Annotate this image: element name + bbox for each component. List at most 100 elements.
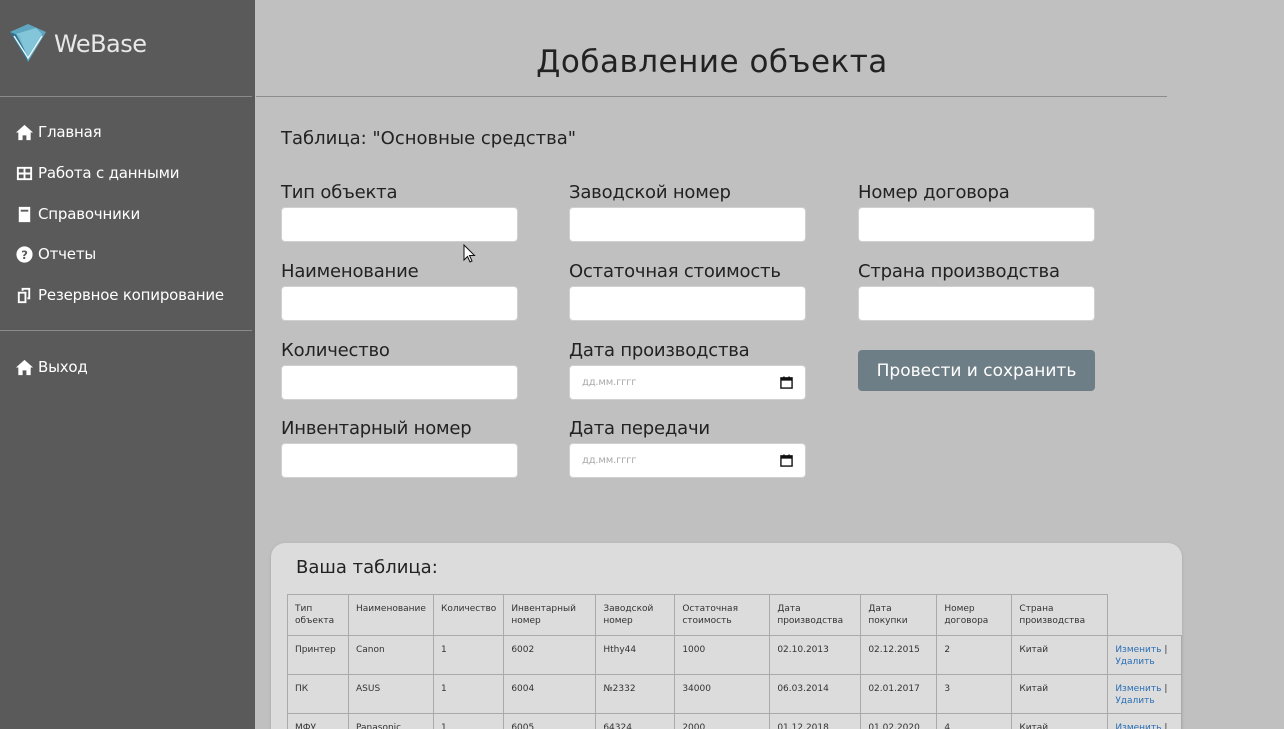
table-cell: Китай [1011, 635, 1109, 675]
serial-number-label: Заводской номер [569, 182, 731, 203]
name-label: Наименование [281, 261, 419, 282]
table-cell: Hthy44 [595, 635, 676, 675]
residual-value-input[interactable] [569, 286, 806, 321]
column-header: Наименование [348, 594, 434, 636]
actions-header [1107, 594, 1182, 636]
row-actions: Изменить |Удалить [1107, 713, 1183, 729]
separator: | [1164, 645, 1168, 655]
table-caption: Таблица: "Основные средства" [281, 128, 577, 149]
page-title: Добавление объекта [536, 44, 888, 80]
inventory-number-input[interactable] [281, 443, 518, 478]
sidebar-item-label: Справочники [38, 205, 141, 223]
column-header: Остаточная стоимость [674, 594, 771, 636]
mouse-cursor-icon [463, 244, 476, 263]
table-cell: 3 [936, 674, 1013, 714]
column-header: Номер договора [936, 594, 1013, 636]
contract-number-input[interactable] [858, 207, 1095, 242]
delete-link[interactable]: Удалить [1115, 657, 1154, 667]
book-icon [14, 204, 34, 224]
sidebar-divider [0, 96, 252, 97]
calendar-icon[interactable] [780, 376, 793, 389]
table-cell: 1 [432, 635, 505, 675]
table-cell: Принтер [287, 635, 349, 675]
edit-link[interactable]: Изменить [1115, 723, 1161, 729]
sidebar-item-label: Главная [38, 123, 102, 141]
contract-number-label: Номер договора [858, 182, 1010, 203]
production-date-label: Дата производства [569, 340, 750, 361]
sidebar-item-label: Выход [38, 358, 88, 376]
table-cell: 1 [432, 674, 505, 714]
question-icon: ? [14, 244, 34, 264]
table-cell: 6004 [503, 674, 597, 714]
table-cell: 6002 [503, 635, 597, 675]
transfer-date-input[interactable]: дд.мм.гггг [569, 443, 806, 478]
table-cell: 4 [936, 713, 1013, 729]
country-label: Страна производства [858, 261, 1060, 282]
column-header: Инвентарный номер [503, 594, 597, 636]
column-header: Страна производства [1011, 594, 1109, 636]
column-header: Тип объекта [287, 594, 349, 636]
table-cell: №2332 [595, 674, 676, 714]
table-cell: ASUS [348, 674, 434, 714]
table-header-row: Тип объекта Наименование Количество Инве… [287, 594, 1182, 636]
table-cell: Canon [348, 635, 434, 675]
sidebar-item-exit[interactable]: Выход [14, 357, 88, 377]
home-icon [14, 122, 34, 142]
column-header: Дата покупки [860, 594, 938, 636]
quantity-input[interactable] [281, 365, 518, 400]
sidebar-item-label: Резервное копирование [38, 286, 224, 304]
row-actions: Изменить | Удалить [1107, 635, 1183, 675]
table-cell: 02.01.2017 [860, 674, 938, 714]
transfer-date-label: Дата передачи [569, 418, 710, 439]
table-cell: 01.12.2018 [769, 713, 862, 729]
table-title: Ваша таблица: [296, 557, 438, 578]
table-row: ПК ASUS 1 6004 №2332 34000 06.03.2014 02… [287, 674, 1183, 714]
sidebar-item-backup[interactable]: Резервное копирование [14, 285, 224, 305]
edit-link[interactable]: Изменить [1115, 645, 1161, 655]
sidebar-item-references[interactable]: Справочники [14, 204, 140, 224]
table-cell: 01.02.2020 [860, 713, 938, 729]
submit-save-button[interactable]: Провести и сохранить [858, 350, 1095, 391]
table-cell: 06.03.2014 [769, 674, 862, 714]
home-icon [14, 357, 34, 377]
diamond-logo-icon [10, 24, 46, 62]
object-type-input[interactable] [281, 207, 518, 242]
table-cell: 1000 [674, 635, 771, 675]
table-row: Принтер Canon 1 6002 Hthy44 1000 02.10.2… [287, 635, 1183, 675]
table-cell: 2 [936, 635, 1013, 675]
app-logo[interactable]: WeBase [6, 22, 147, 66]
table-cell: 1 [432, 713, 505, 729]
table-icon [14, 163, 34, 183]
country-input[interactable] [858, 286, 1095, 321]
date-placeholder: дд.мм.гггг [582, 377, 637, 388]
edit-link[interactable]: Изменить [1115, 684, 1161, 694]
delete-link[interactable]: Удалить [1115, 696, 1154, 706]
date-placeholder: дд.мм.гггг [582, 455, 637, 466]
table-cell: 02.12.2015 [860, 635, 938, 675]
table-cell: Panasonic [348, 713, 434, 729]
table-cell: 34000 [674, 674, 771, 714]
svg-text:?: ? [21, 247, 28, 261]
sidebar-item-data[interactable]: Работа с данными [14, 163, 179, 183]
header-divider [256, 96, 1167, 97]
serial-number-input[interactable] [569, 207, 806, 242]
column-header: Заводской номер [595, 594, 676, 636]
table-cell: МФУ [287, 713, 349, 729]
sidebar-item-home[interactable]: Главная [14, 122, 102, 142]
name-input[interactable] [281, 286, 518, 321]
sidebar-item-label: Работа с данными [38, 164, 180, 182]
calendar-icon[interactable] [780, 454, 793, 467]
sidebar: WeBase Главная Работа с данными Справочн… [0, 0, 255, 729]
column-header: Количество [432, 594, 505, 636]
separator: | [1164, 723, 1168, 729]
production-date-input[interactable]: дд.мм.гггг [569, 365, 806, 400]
table-cell: Китай [1011, 674, 1109, 714]
column-header: Дата производства [769, 594, 862, 636]
table-cell: 64324 [595, 713, 676, 729]
sidebar-divider [0, 330, 252, 331]
row-actions: Изменить |Удалить [1107, 674, 1183, 714]
sidebar-item-reports[interactable]: ? Отчеты [14, 244, 96, 264]
table-cell: ПК [287, 674, 349, 714]
inventory-number-label: Инвентарный номер [281, 418, 472, 439]
table-cell: 02.10.2013 [769, 635, 862, 675]
